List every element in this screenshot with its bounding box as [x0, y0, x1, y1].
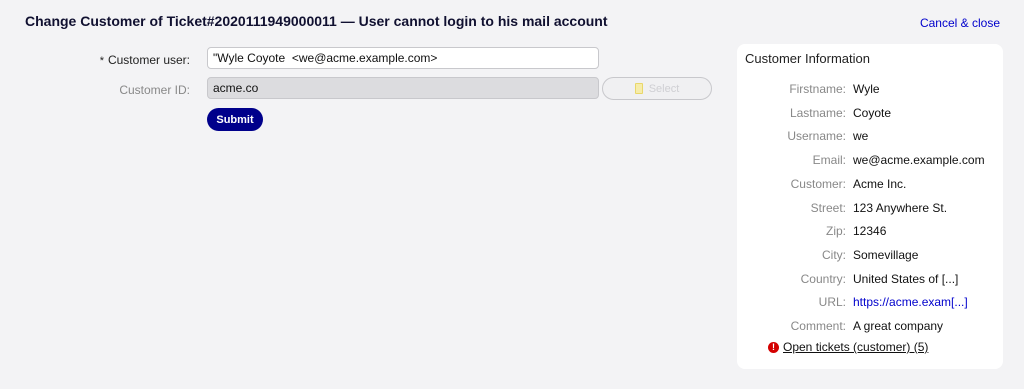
customer-id-label: Customer ID: [119, 83, 190, 97]
customer-info-title: Customer Information [745, 51, 870, 66]
select-label: Select [648, 82, 680, 95]
info-value: United States of [...] [853, 272, 959, 286]
info-label: Zip: [825, 224, 846, 238]
info-value: 12346 [853, 224, 887, 238]
info-row-street: Street: 123 Anywhere St. [737, 201, 1003, 217]
info-row-country: Country: United States of [...] [737, 272, 1003, 288]
info-row-zip: Zip: 12346 [737, 224, 1003, 240]
info-value: Acme Inc. [853, 177, 907, 191]
customer-user-label: Customer user: [107, 53, 190, 67]
open-tickets-link[interactable]: Open tickets (customer) (5) [783, 340, 928, 354]
info-row-customer: Customer: Acme Inc. [737, 177, 1003, 193]
info-value: we@acme.example.com [853, 153, 985, 167]
info-value: Coyote [853, 106, 892, 120]
cancel-close-link[interactable]: Cancel & close [920, 16, 1000, 30]
info-label: Country: [800, 272, 846, 286]
info-label: URL: [818, 295, 846, 309]
info-label: Firstname: [789, 82, 846, 96]
customer-info-panel: Customer Information Firstname: Wyle Las… [737, 44, 1003, 369]
info-row-username: Username: we [737, 129, 1003, 145]
info-row-city: City: Somevillage [737, 248, 1003, 264]
info-row-email: Email: we@acme.example.com [737, 153, 1003, 169]
info-row-firstname: Firstname: Wyle [737, 82, 1003, 98]
select-button[interactable]: Select [602, 77, 712, 100]
info-label: Street: [810, 201, 846, 215]
info-value: Somevillage [853, 248, 919, 262]
customer-user-label-wrap: * Customer user: [0, 53, 190, 67]
info-label: City: [822, 248, 846, 262]
info-row-comment: Comment: A great company [737, 319, 1003, 335]
open-tickets: ! Open tickets (customer) (5) [768, 340, 928, 354]
info-value: we [853, 129, 869, 143]
change-customer-dialog: Change Customer of Ticket#20201119490000… [0, 0, 1024, 389]
info-value: A great company [853, 319, 944, 333]
required-marker: * [99, 55, 104, 67]
info-label: Comment: [790, 319, 846, 333]
customer-user-input[interactable] [207, 47, 599, 69]
info-value: 123 Anywhere St. [853, 201, 948, 215]
info-label: Lastname: [789, 106, 846, 120]
url-link[interactable]: https://acme.exam[...] [853, 295, 968, 309]
info-value: Wyle [853, 82, 880, 96]
exclamation-circle-icon: ! [768, 341, 779, 353]
info-row-url: URL: https://acme.exam[...] [737, 295, 1003, 311]
submit-button[interactable]: Submit [207, 108, 263, 131]
customer-id-input[interactable] [207, 77, 599, 99]
info-label: Customer: [790, 177, 846, 191]
info-row-lastname: Lastname: Coyote [737, 106, 1003, 122]
info-label: Username: [787, 129, 846, 143]
page-title: Change Customer of Ticket#20201119490000… [25, 13, 608, 29]
info-label: Email: [812, 153, 846, 167]
select-icon [634, 83, 643, 94]
